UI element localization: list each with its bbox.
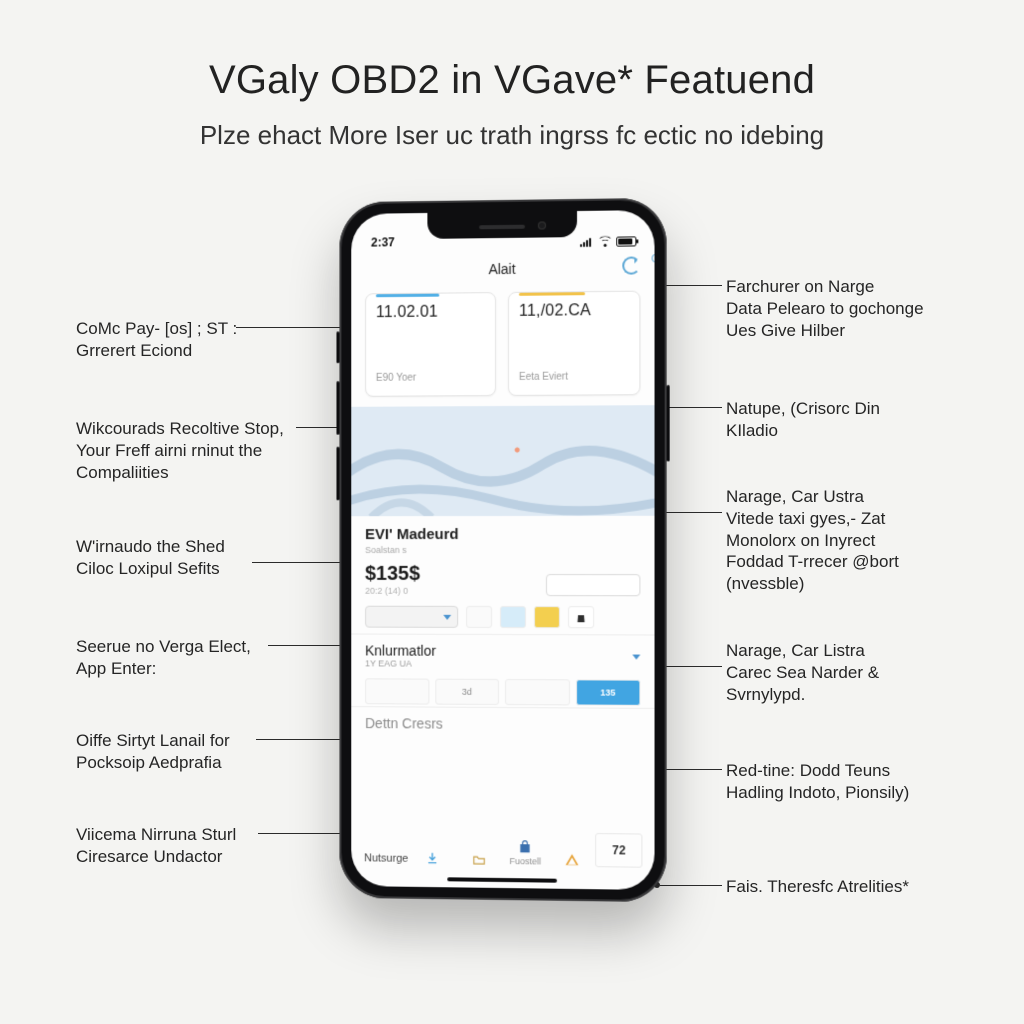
callout-l1: CoMc Pay- [os] ; ST :Grrerert Eciond bbox=[76, 318, 276, 362]
tile-label: E90 Yoer bbox=[376, 373, 416, 384]
bag-icon[interactable] bbox=[568, 606, 594, 628]
bottom-cell-download[interactable] bbox=[409, 831, 455, 865]
bottom-cell-folder[interactable] bbox=[456, 831, 502, 866]
page-title: VGaly OBD2 in VGave* Featuend bbox=[0, 58, 1024, 103]
page-subtitle: Plze ehact More Iser uc trath ingrss fc … bbox=[0, 120, 1024, 151]
mini-box-gold[interactable] bbox=[534, 606, 560, 628]
callout-l5: Oiffe Sirtyt Lanail forPocksoip Aedprafi… bbox=[76, 730, 276, 774]
mini-grid: 3d 135 bbox=[351, 676, 654, 708]
battery-icon bbox=[616, 236, 636, 246]
list-title: Dettn Cresrs bbox=[365, 715, 443, 731]
volume-up-button bbox=[336, 381, 339, 435]
bottom-number: 72 bbox=[612, 843, 625, 857]
refresh-suffix: C bbox=[651, 254, 654, 265]
chevron-down-icon bbox=[632, 654, 640, 659]
notch bbox=[427, 211, 577, 239]
chevron-down-icon bbox=[443, 614, 451, 619]
leader-r3 bbox=[658, 512, 722, 513]
leader-r6 bbox=[660, 885, 722, 886]
section-header: EVI' Madeurd Soalstan s bbox=[351, 516, 654, 559]
wifi-icon bbox=[598, 237, 612, 247]
callout-r3: Narage, Car UstraVitede taxi gyes,- ZatM… bbox=[726, 486, 964, 595]
home-indicator[interactable] bbox=[447, 877, 557, 882]
power-button bbox=[667, 385, 670, 462]
bottom-label: Nutsurge bbox=[364, 852, 408, 864]
tile-label: Eeta Eviert bbox=[519, 372, 568, 383]
callout-l4: Seerue no Verga Elect,App Enter: bbox=[76, 636, 276, 680]
callout-r4: Narage, Car ListraCarec Sea Narder &Svrn… bbox=[726, 640, 956, 705]
app-header-title: Alait bbox=[488, 261, 515, 277]
summary-tile-2[interactable]: 11,/02.CA Eeta Eviert bbox=[508, 291, 640, 396]
price-sub: 20:2 (14) 0 bbox=[365, 586, 420, 596]
refresh-icon[interactable] bbox=[622, 256, 640, 274]
summary-tiles: 11.02.01 E90 Yoer 11,/02.CA Eeta Eviert bbox=[351, 284, 654, 396]
app-header: Alait C bbox=[351, 250, 654, 287]
list-title: Knlurmatlor bbox=[365, 643, 436, 659]
callout-r1: Farchurer on NargeData Pelearo to gochon… bbox=[726, 276, 956, 341]
price-value: $135$ bbox=[365, 563, 420, 586]
callout-r5: Red-tine: Dodd TeunsHadling Indoto, Pion… bbox=[726, 760, 956, 804]
mini-box-sky[interactable] bbox=[500, 606, 526, 628]
grid-cell[interactable] bbox=[505, 679, 570, 705]
callout-l6: Viicema Nirruna SturlCiresarce Undactor bbox=[76, 824, 276, 868]
tile-value: 11,/02.CA bbox=[519, 302, 629, 321]
signal-icon bbox=[580, 237, 594, 247]
status-time: 2:37 bbox=[371, 235, 395, 249]
empty-chip[interactable] bbox=[546, 574, 640, 596]
callout-l2: Wikcourads Recoltive Stop,Your Freff air… bbox=[76, 418, 300, 483]
list-row-2[interactable]: Dettn Cresrs bbox=[351, 706, 654, 741]
bottom-cell-warning[interactable] bbox=[549, 833, 596, 868]
phone-frame: 2:37 Alait C 11.02.01 E90 Yoer bbox=[339, 198, 666, 902]
bottom-cell-bag[interactable]: Fuostell bbox=[502, 832, 549, 867]
mini-box[interactable] bbox=[466, 606, 492, 628]
bottom-cell-number[interactable]: 72 bbox=[595, 833, 642, 868]
grid-cell[interactable]: 3d bbox=[435, 679, 499, 705]
grid-cell[interactable] bbox=[365, 678, 429, 704]
list-row-1[interactable]: Knlurmatlor 1Y EAG UA bbox=[351, 634, 654, 678]
bottom-cell-1: Nutsurge bbox=[363, 830, 409, 864]
map-panel[interactable] bbox=[351, 405, 654, 516]
phone-screen: 2:37 Alait C 11.02.01 E90 Yoer bbox=[351, 210, 654, 890]
price-row: $135$ 20:2 (14) 0 bbox=[351, 559, 654, 602]
bottom-label: Fuostell bbox=[510, 856, 541, 866]
grid-cell-highlight[interactable]: 135 bbox=[576, 679, 641, 705]
bottom-row: Nutsurge Fuostell 72 bbox=[351, 830, 654, 868]
callout-l3: W'irnaudo the ShedCiloc Loxipul Sefits bbox=[76, 536, 276, 580]
leader-l1 bbox=[236, 327, 356, 328]
volume-down-button bbox=[336, 447, 339, 501]
callout-r2: Natupe, (Crisorc DinKIladio bbox=[726, 398, 956, 442]
tile-value: 11.02.01 bbox=[376, 303, 485, 322]
summary-tile-1[interactable]: 11.02.01 E90 Yoer bbox=[365, 292, 496, 397]
dropdown-chip[interactable] bbox=[365, 606, 458, 628]
mute-switch bbox=[336, 331, 339, 363]
callout-r6: Fais. Theresfc Atrelities* bbox=[726, 876, 956, 898]
list-subtitle: 1Y EAG UA bbox=[365, 658, 436, 668]
section-subtitle: Soalstan s bbox=[365, 545, 640, 555]
section-title: EVI' Madeurd bbox=[365, 526, 640, 543]
